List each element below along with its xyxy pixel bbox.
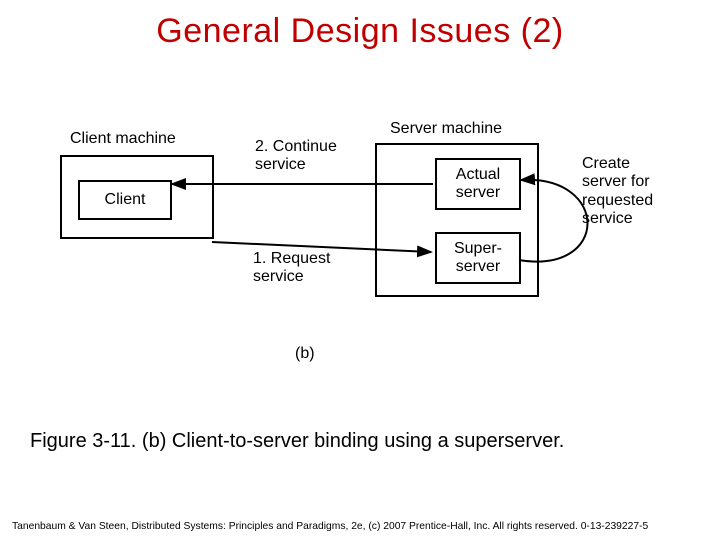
- arrows-svg: [50, 130, 670, 390]
- diagram: Client machine Server machine Client Act…: [50, 130, 670, 390]
- slide-title: General Design Issues (2): [0, 12, 720, 51]
- slide: General Design Issues (2) Client machine…: [0, 0, 720, 540]
- figure-caption: Figure 3-11. (b) Client-to-server bindin…: [30, 430, 690, 453]
- footer-citation: Tanenbaum & Van Steen, Distributed Syste…: [12, 521, 712, 532]
